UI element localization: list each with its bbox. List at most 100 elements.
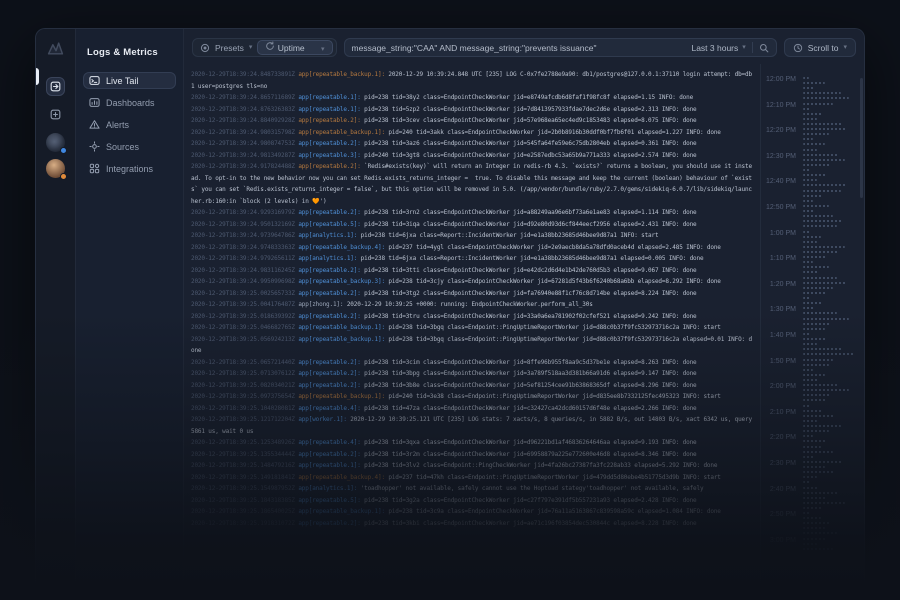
log-timestamp: 2020-12-29T18:39:24.981349287Z — [191, 152, 295, 159]
histogram-bar — [803, 277, 837, 279]
avatar[interactable] — [46, 159, 65, 178]
log-message: pid=238 tid=3iqa class=EndpointCheckWork… — [364, 221, 696, 228]
histogram-bar — [803, 312, 837, 314]
timeline-time-label: 12:50 PM — [761, 204, 803, 230]
log-line[interactable]: 2020-12-29T18:39:25.184318385Z app[repea… — [191, 495, 754, 507]
log-line[interactable]: 2020-12-29T18:39:24.950132169Z app[repea… — [191, 219, 754, 231]
histogram-bar — [803, 435, 813, 437]
log-source-tag: app[repeatable.2]: — [298, 313, 360, 320]
histogram-bar — [803, 430, 829, 432]
histogram-bar — [803, 328, 825, 330]
log-message: pid=238 tid=38y2 class=EndpointCheckWork… — [364, 94, 693, 101]
log-line[interactable]: 2020-12-29T18:39:24.865711689Z app[repea… — [191, 92, 754, 104]
log-line[interactable]: 2020-12-29T18:39:25.191831072Z app[repea… — [191, 518, 754, 530]
log-line[interactable]: 2020-12-29T18:39:25.056924213Z app[repea… — [191, 334, 754, 357]
histogram-bar — [803, 174, 827, 176]
log-line[interactable]: 2020-12-29T18:39:24.979265611Z app[analy… — [191, 253, 754, 265]
log-source-tag: app[repeatable_backup.3]: — [298, 278, 385, 285]
log-source-tag: app[repeatable.2]: — [298, 520, 360, 527]
log-line[interactable]: 2020-12-29T18:39:24.884092928Z app[repea… — [191, 115, 754, 127]
log-source-tag: app[repeatable.2]: — [298, 209, 360, 216]
log-line[interactable]: 2020-12-29T18:39:25.186540025Z app[repea… — [191, 506, 754, 518]
log-message: pid=238 tid=6jxa class=Report::IncidentW… — [361, 255, 704, 262]
search-icon[interactable] — [759, 43, 769, 53]
histogram-bar — [803, 266, 829, 268]
sidebar-item-label: Alerts — [106, 120, 129, 130]
log-line[interactable]: 2020-12-29T18:39:24.917824488Z app[repea… — [191, 161, 754, 207]
log-line[interactable]: 2020-12-29T18:39:24.876326383Z app[repea… — [191, 104, 754, 116]
log-line[interactable]: 2020-12-29T18:39:24.981349287Z app[repea… — [191, 150, 754, 162]
sidebar-item-alerts[interactable]: Alerts — [83, 116, 176, 133]
histogram-bar — [803, 205, 829, 207]
log-line[interactable]: 2020-12-29T18:39:25.121712204Z app[worke… — [191, 414, 754, 437]
uptime-preset-button[interactable]: Uptime ▾ — [257, 40, 332, 55]
log-line[interactable]: 2020-12-29T18:39:25.135534444Z app[repea… — [191, 449, 754, 461]
log-message: pid=238 tid=3cjy class=EndpointCheckWork… — [388, 278, 720, 285]
histogram-bar — [803, 364, 829, 366]
timeline-bars — [803, 178, 860, 204]
histogram-bar — [803, 251, 839, 253]
log-line[interactable]: 2020-12-29T18:39:24.973964786Z app[analy… — [191, 230, 754, 242]
log-timestamp: 2020-12-29T18:39:24.973964786Z — [191, 232, 295, 239]
log-line[interactable]: 2020-12-29T18:39:24.980874753Z app[repea… — [191, 138, 754, 150]
histogram-bar — [803, 138, 813, 140]
log-message: pid=238 tid=3rn2 class=EndpointCheckWork… — [364, 209, 696, 216]
scroll-to-button[interactable]: Scroll to ▾ — [784, 38, 856, 57]
histogram-bar — [803, 497, 827, 499]
log-line[interactable]: 2020-12-29T18:39:25.104028081Z app[repea… — [191, 403, 754, 415]
log-line[interactable]: 2020-12-29T18:39:25.004176487Z app[zhong… — [191, 299, 754, 311]
sidebar-item-dashboards[interactable]: Dashboards — [83, 94, 176, 111]
log-line[interactable]: 2020-12-29T18:39:25.149181841Z app[repea… — [191, 472, 754, 484]
log-message: pid=240 tid=3gt8 class=EndpointCheckWork… — [364, 152, 696, 159]
histogram-bar — [803, 215, 833, 217]
timeline-time-label: 2:10 PM — [761, 409, 803, 435]
log-line[interactable]: 2020-12-29T18:39:25.082034021Z app[repea… — [191, 380, 754, 392]
timeline-group: 1:10 PM — [761, 255, 860, 281]
log-source-tag: app[repeatable_backup.1]: — [298, 393, 385, 400]
timeline-group: 2:00 PM — [761, 383, 860, 409]
sidebar-item-integrations[interactable]: Integrations — [83, 160, 176, 177]
histogram-bar — [803, 225, 837, 227]
presets-button[interactable]: Presets ▾ Uptime ▾ — [192, 38, 337, 57]
log-line[interactable]: 2020-12-29T18:39:25.018639392Z app[repea… — [191, 311, 754, 323]
sidebar-item-live-tail[interactable]: Live Tail — [83, 72, 176, 89]
timeline-time-label: 2:30 PM — [761, 460, 803, 486]
app-logo-icon — [47, 40, 64, 57]
log-message: pid=238 tid=3qxa class=EndpointCheckWork… — [364, 439, 696, 446]
dashboards-icon — [89, 97, 100, 108]
histogram-bar — [803, 394, 831, 396]
log-line[interactable]: 2020-12-29T18:39:25.097375654Z app[repea… — [191, 391, 754, 403]
avatar[interactable] — [46, 133, 65, 152]
log-timestamp: 2020-12-29T18:39:25.004176487Z — [191, 301, 295, 308]
scrollbar[interactable] — [860, 78, 863, 198]
timeline-time-label: 12:40 PM — [761, 178, 803, 204]
timeline-time-label: 1:50 PM — [761, 358, 803, 384]
log-line[interactable]: 2020-12-29T18:39:24.974833363Z app[repea… — [191, 242, 754, 254]
live-view-icon[interactable] — [46, 77, 65, 96]
search-input[interactable] — [352, 43, 686, 53]
log-line[interactable]: 2020-12-29T18:39:25.065721440Z app[repea… — [191, 357, 754, 369]
log-line[interactable]: 2020-12-29T18:39:24.848733891Z app[repea… — [191, 69, 754, 92]
sidebar-item-label: Dashboards — [106, 98, 155, 108]
histogram-bar — [803, 271, 819, 273]
sidebar-item-sources[interactable]: Sources — [83, 138, 176, 155]
timeline-time-label: 2:00 PM — [761, 383, 803, 409]
log-line[interactable]: 2020-12-29T18:39:24.983116245Z app[repea… — [191, 265, 754, 277]
log-line[interactable]: 2020-12-29T18:39:25.046682765Z app[repea… — [191, 322, 754, 334]
log-source-tag: app[repeatable.4]: — [298, 405, 360, 412]
log-line[interactable]: 2020-12-29T18:39:25.071307612Z app[repea… — [191, 368, 754, 380]
log-line[interactable]: 2020-12-29T18:39:25.002565733Z app[repea… — [191, 288, 754, 300]
timeline-time-label: 1:20 PM — [761, 281, 803, 307]
add-icon[interactable] — [46, 105, 65, 124]
log-timestamp: 2020-12-29T18:39:24.876326383Z — [191, 106, 295, 113]
log-line[interactable]: 2020-12-29T18:39:24.980315798Z app[repea… — [191, 127, 754, 139]
time-range-button[interactable]: Last 3 hours ▾ — [691, 43, 745, 53]
log-line[interactable]: 2020-12-29T18:39:25.154987952Z app[analy… — [191, 483, 754, 495]
log-line[interactable]: 2020-12-29T18:39:24.929316979Z app[repea… — [191, 207, 754, 219]
log-message: pid=238 tid=5zp2 class=EndpointCheckWork… — [364, 106, 696, 113]
log-line[interactable]: 2020-12-29T18:39:24.995099698Z app[repea… — [191, 276, 754, 288]
log-line[interactable]: 2020-12-29T18:39:25.125348926Z app[repea… — [191, 437, 754, 449]
log-timestamp: 2020-12-29T18:39:25.065721440Z — [191, 359, 295, 366]
log-line[interactable]: 2020-12-29T18:39:25.148479216Z app[repea… — [191, 460, 754, 472]
log-timestamp: 2020-12-29T18:39:25.135534444Z — [191, 451, 295, 458]
